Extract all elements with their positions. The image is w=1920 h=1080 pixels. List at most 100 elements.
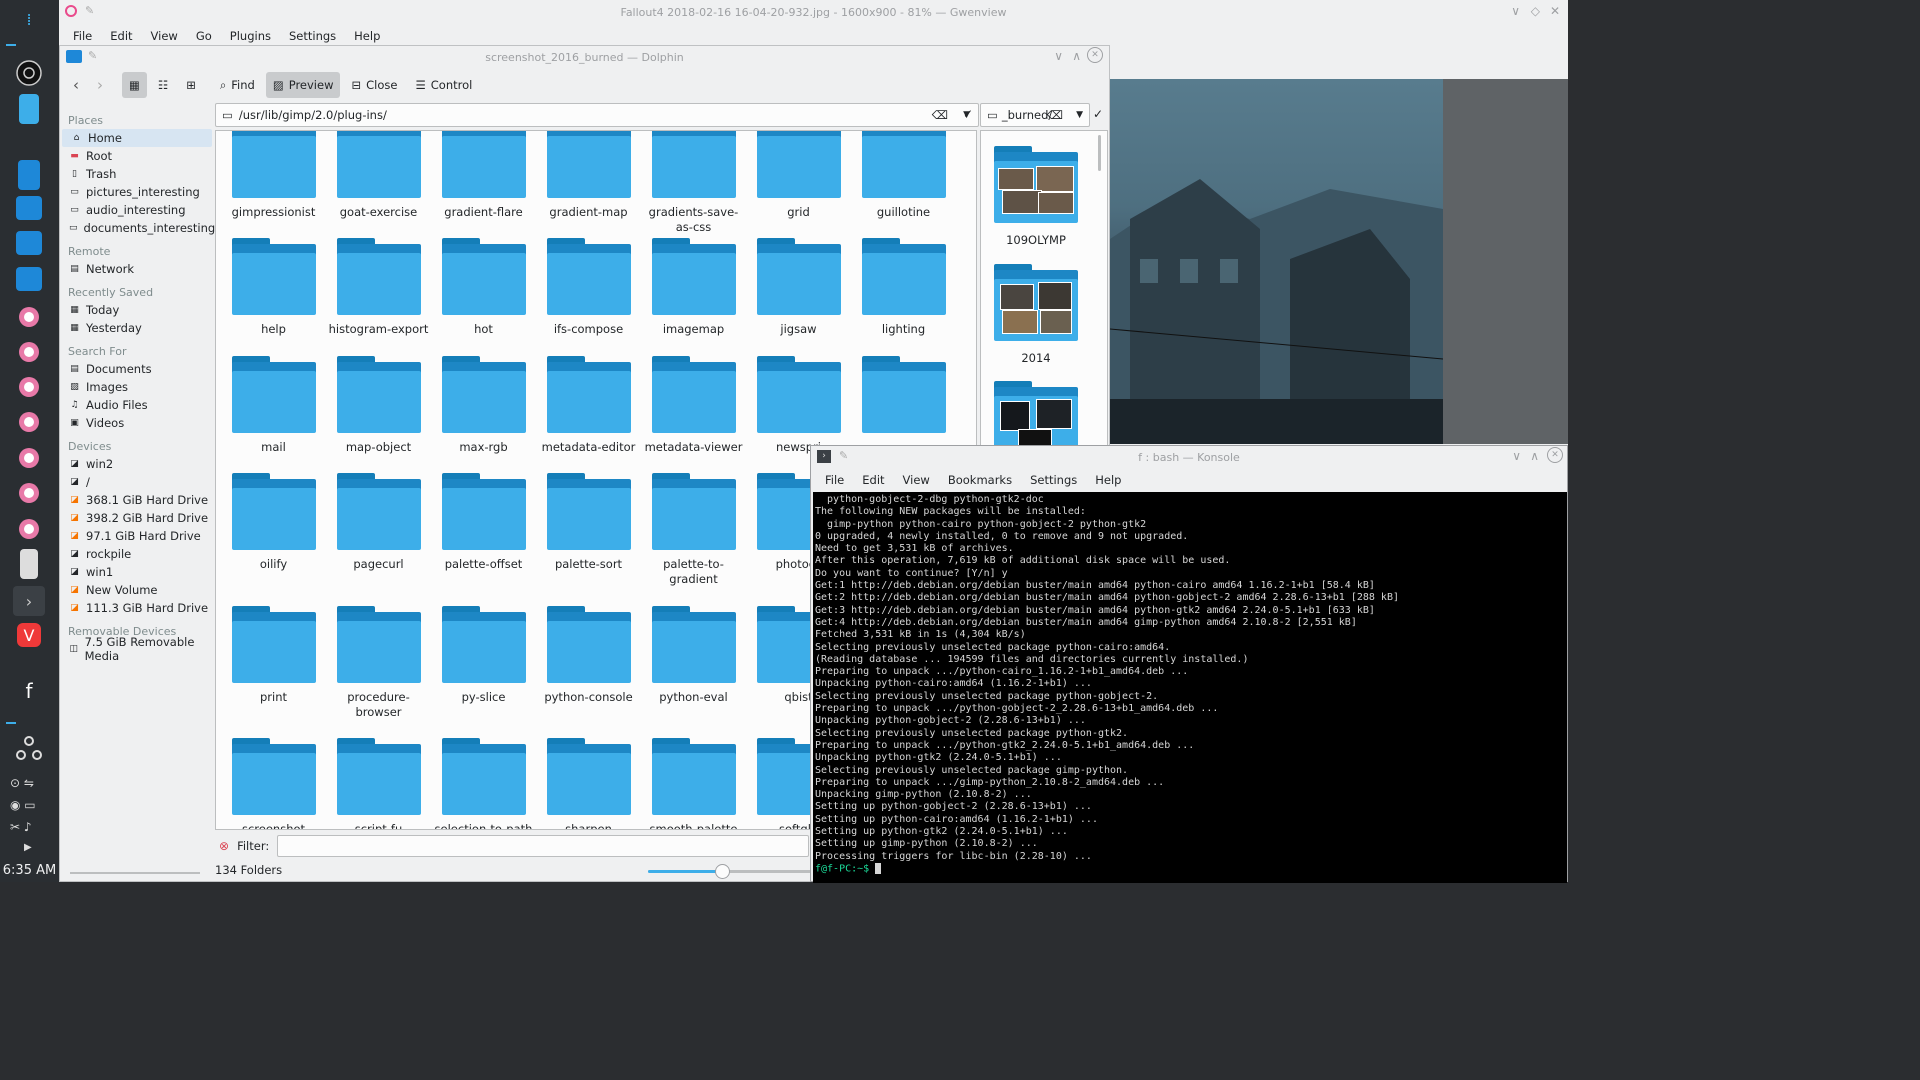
find-button[interactable]: ⌕ Find xyxy=(213,72,262,98)
icons-view-icon[interactable]: ▦ xyxy=(122,72,147,98)
preview-folder[interactable]: 2014 xyxy=(994,264,1078,365)
folder-item[interactable]: py-slice xyxy=(431,606,536,705)
expand-tray-icon[interactable]: ▶ xyxy=(24,842,32,853)
check-icon[interactable]: ✓ xyxy=(963,107,973,121)
place-root[interactable]: ▬ Root xyxy=(60,147,214,165)
menu-plugins[interactable]: Plugins xyxy=(222,29,279,43)
back-icon[interactable]: ‹ xyxy=(66,72,86,98)
device-97gb[interactable]: ◪ 97.1 GiB Hard Drive xyxy=(60,527,214,545)
folder-item[interactable]: pagecurl xyxy=(326,473,431,572)
place-documents[interactable]: ▤ Documents xyxy=(60,360,214,378)
app-icon[interactable] xyxy=(13,514,45,544)
check-icon[interactable]: ✓ xyxy=(1093,107,1103,121)
control-button[interactable]: ☰ Control xyxy=(408,72,479,98)
folder-item[interactable]: python-console xyxy=(536,606,641,705)
close-icon[interactable]: ✕ xyxy=(1550,4,1560,18)
folder-item[interactable]: procedure-browser xyxy=(326,606,431,720)
place-videos[interactable]: ▣ Videos xyxy=(60,414,214,432)
device-new-volume[interactable]: ◪ New Volume xyxy=(60,581,214,599)
vivaldi-icon[interactable]: V xyxy=(13,620,45,650)
pin-icon[interactable]: ✎ xyxy=(85,4,94,17)
menu-view[interactable]: View xyxy=(895,473,938,487)
menu-file[interactable]: File xyxy=(65,29,100,43)
folder-item[interactable]: lighting xyxy=(851,238,956,337)
dolphin-titlebar[interactable]: ✎ screenshot_2016_burned — Dolphin ∨ ∧ ✕ xyxy=(60,46,1109,68)
forward-icon[interactable]: › xyxy=(90,72,110,98)
folder-item[interactable]: gradient-flare xyxy=(431,131,536,220)
place-today[interactable]: ▦ Today xyxy=(60,301,214,319)
close-split-button[interactable]: ⊟ Close xyxy=(344,72,404,98)
gwenview-titlebar[interactable]: ✎ Fallout4 2018-02-16 16-04-20-932.jpg -… xyxy=(59,0,1568,24)
menu-help[interactable]: Help xyxy=(1087,473,1129,487)
folder-item[interactable]: hot xyxy=(431,238,536,337)
app-icon[interactable] xyxy=(13,443,45,473)
media-icon[interactable]: ⊙ ⇋ xyxy=(10,776,34,790)
menu-file[interactable]: File xyxy=(817,473,852,487)
folder-item[interactable]: map-object xyxy=(326,356,431,455)
device-398gb[interactable]: ◪ 398.2 GiB Hard Drive xyxy=(60,509,214,527)
device-root[interactable]: ◪ / xyxy=(60,473,214,491)
menu-settings[interactable]: Settings xyxy=(1022,473,1085,487)
device-win1[interactable]: ◪ win1 xyxy=(60,563,214,581)
maximize-icon[interactable]: ∧ xyxy=(1072,49,1081,63)
menu-view[interactable]: View xyxy=(143,29,186,43)
folder-item[interactable] xyxy=(851,356,956,440)
volume-icon[interactable]: ✂ ♪ xyxy=(10,820,32,834)
image-view[interactable] xyxy=(1109,79,1444,444)
terminal-output[interactable]: python-gobject-2-dbg python-gtk2-doc The … xyxy=(813,492,1567,883)
place-audio-files[interactable]: ♫ Audio Files xyxy=(60,396,214,414)
folder-item[interactable]: selection-to-path xyxy=(431,738,536,829)
menu-bookmarks[interactable]: Bookmarks xyxy=(940,473,1020,487)
place-network[interactable]: ▤ Network xyxy=(60,260,214,278)
preview-folder[interactable]: 109OLYMP xyxy=(994,146,1078,247)
zoom-slider-handle[interactable] xyxy=(715,864,731,879)
pin-icon[interactable]: ✎ xyxy=(88,49,97,62)
place-home[interactable]: ⌂ Home xyxy=(62,129,212,147)
compact-view-icon[interactable]: ☷ xyxy=(151,72,175,98)
menu-edit[interactable]: Edit xyxy=(102,29,140,43)
folder-item[interactable]: metadata-viewer xyxy=(641,356,746,455)
filter-input[interactable] xyxy=(277,835,809,857)
folder-item[interactable]: print xyxy=(221,606,326,705)
folder-item[interactable]: metadata-editor xyxy=(536,356,641,455)
scrollbar[interactable] xyxy=(1098,135,1101,171)
maximize-icon[interactable]: ◇ xyxy=(1531,4,1540,18)
clock[interactable]: 6:35 AM xyxy=(0,863,59,878)
dolphin-icon[interactable] xyxy=(16,267,42,291)
folder-item[interactable]: guillotine xyxy=(851,131,956,220)
device-368gb[interactable]: ◪ 368.1 GiB Hard Drive xyxy=(60,491,214,509)
device-rockpile[interactable]: ◪ rockpile xyxy=(60,545,214,563)
place-pictures-interesting[interactable]: ▭ pictures_interesting xyxy=(60,183,214,201)
place-yesterday[interactable]: ▦ Yesterday xyxy=(60,319,214,337)
network-icon[interactable] xyxy=(13,734,45,764)
place-images[interactable]: ▨ Images xyxy=(60,378,214,396)
app-icon[interactable] xyxy=(13,337,45,367)
split-view-pane[interactable]: 109OLYMP 2014 xyxy=(980,130,1108,490)
menu-help[interactable]: Help xyxy=(346,29,388,43)
text-editor-icon[interactable] xyxy=(20,549,38,579)
close-filter-icon[interactable]: ⊗ xyxy=(219,839,229,853)
clear-icon[interactable]: ⌫ xyxy=(1047,108,1063,122)
minimize-icon[interactable]: ∨ xyxy=(1054,49,1063,63)
folder-item[interactable]: gimpressionist xyxy=(221,131,326,220)
dolphin-icon[interactable] xyxy=(16,196,42,220)
folder-item[interactable]: palette-to-gradient xyxy=(641,473,746,587)
folder-item[interactable]: grid xyxy=(746,131,851,220)
app-icon[interactable] xyxy=(13,302,45,332)
folder-item[interactable]: jigsaw xyxy=(746,238,851,337)
close-icon[interactable]: ✕ xyxy=(1547,447,1563,463)
folder-item[interactable]: imagemap xyxy=(641,238,746,337)
folder-item[interactable]: mail xyxy=(221,356,326,455)
store-icon[interactable] xyxy=(18,160,40,190)
minimize-icon[interactable]: ∨ xyxy=(1511,4,1520,18)
menu-icon[interactable]: ⁞ xyxy=(13,4,45,34)
folder-item[interactable]: ifs-compose xyxy=(536,238,641,337)
folder-item[interactable]: help xyxy=(221,238,326,337)
clear-icon[interactable]: ⌫ xyxy=(932,108,948,122)
folder-item[interactable]: palette-offset xyxy=(431,473,536,572)
folder-item[interactable]: histogram-export xyxy=(326,238,431,337)
system-tray-icon[interactable]: ◉ ▭ xyxy=(10,798,36,812)
close-icon[interactable]: ✕ xyxy=(1087,47,1103,63)
device-removable[interactable]: ◫ 7.5 GiB Removable Media xyxy=(60,635,214,663)
obs-icon[interactable] xyxy=(13,58,45,88)
